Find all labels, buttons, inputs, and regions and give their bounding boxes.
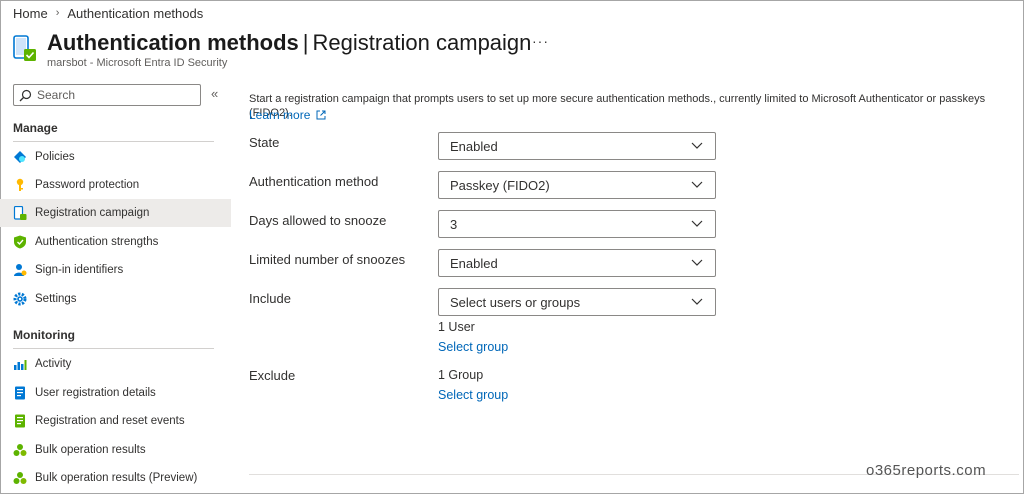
include-select-group-link[interactable]: Select group: [438, 340, 508, 354]
sidebar-item-label: Sign-in identifiers: [35, 264, 124, 276]
sidebar-item-bulk-operation-results-preview[interactable]: Bulk operation results (Preview): [0, 464, 231, 492]
state-label: State: [249, 135, 280, 150]
chevron-down-icon: [691, 220, 703, 227]
page-subtitle: marsbot - Microsoft Entra ID Security: [47, 57, 228, 69]
include-count: 1 User: [438, 320, 475, 334]
section-label-manage: Manage: [13, 121, 58, 135]
title-separator: |: [302, 30, 309, 55]
sidebar-item-label: Policies: [35, 151, 75, 163]
sidebar-item-policies[interactable]: Policies: [0, 143, 231, 171]
sidebar-item-sign-in-identifiers[interactable]: Sign-in identifiers: [0, 256, 231, 284]
sidebar-item-label: Activity: [35, 358, 72, 370]
sidebar-item-password-protection[interactable]: Password protection: [0, 171, 231, 199]
sidebar-item-label: Bulk operation results: [35, 444, 146, 456]
auth-method-value: Passkey (FIDO2): [450, 177, 550, 193]
exclude-select-group-link[interactable]: Select group: [438, 388, 508, 402]
chevron-down-icon: [691, 142, 703, 149]
exclude-count: 1 Group: [438, 368, 484, 382]
section-divider: [13, 141, 214, 142]
shield-icon: [13, 235, 27, 249]
watermark: o365reports.com: [866, 462, 987, 479]
sidebar-item-label: User registration details: [35, 387, 156, 399]
limited-snoozes-dropdown[interactable]: Enabled: [438, 249, 716, 277]
include-dropdown[interactable]: Select users or groups: [438, 288, 716, 316]
sidebar-item-registration-campaign[interactable]: Registration campaign: [0, 199, 231, 227]
exclude-label: Exclude: [249, 368, 296, 383]
group-icon: [13, 443, 27, 457]
sidebar-item-label: Authentication strengths: [35, 236, 159, 248]
external-link-icon: [316, 110, 326, 120]
breadcrumb: Home › Authentication methods: [13, 5, 203, 21]
snooze-days-value: 3: [450, 216, 458, 232]
search-placeholder: Search: [37, 88, 76, 102]
gear-icon: [13, 292, 27, 306]
page-title: Authentication methods | Registration camp…: [47, 30, 531, 56]
log-icon: [13, 414, 27, 428]
sidebar-item-label: Bulk operation results (Preview): [35, 472, 198, 484]
collapse-sidebar-button[interactable]: «: [211, 86, 218, 101]
sidebar-item-label: Settings: [35, 293, 77, 305]
sidebar-search-input[interactable]: Search: [13, 84, 201, 106]
limited-snoozes-value: Enabled: [450, 255, 498, 271]
key-icon: [13, 178, 27, 192]
title-sub: Registration campaign: [312, 30, 532, 55]
sidebar-item-label: Registration campaign: [35, 207, 150, 219]
limited-snoozes-label: Limited number of snoozes: [249, 252, 406, 267]
sidebar-item-bulk-operation-results[interactable]: Bulk operation results: [0, 436, 231, 464]
section-label-monitoring: Monitoring: [13, 328, 75, 342]
state-dropdown[interactable]: Enabled: [438, 132, 716, 160]
learn-more-link[interactable]: Learn more: [249, 108, 326, 122]
breadcrumb-separator: ›: [55, 7, 60, 19]
sidebar-item-authentication-strengths[interactable]: Authentication strengths: [0, 228, 231, 256]
state-value: Enabled: [450, 138, 498, 154]
snooze-days-label: Days allowed to snooze: [249, 213, 387, 228]
auth-method-dropdown[interactable]: Passkey (FIDO2): [438, 171, 716, 199]
sidebar-item-settings[interactable]: Settings: [0, 285, 231, 313]
include-value: Select users or groups: [450, 294, 581, 310]
user-icon: [13, 263, 27, 277]
snooze-days-dropdown[interactable]: 3: [438, 210, 716, 238]
campaign-description: Start a registration campaign that promp…: [249, 93, 986, 119]
chevron-down-icon: [691, 259, 703, 266]
device-icon: [13, 206, 27, 220]
title-main: Authentication methods: [47, 30, 299, 55]
breadcrumb-current[interactable]: Authentication methods: [67, 6, 203, 21]
more-options-button[interactable]: ···: [532, 33, 549, 49]
device-check-icon: [13, 35, 37, 63]
sidebar-item-label: Registration and reset events: [35, 415, 185, 427]
include-label: Include: [249, 291, 291, 306]
document-icon: [13, 386, 27, 400]
section-divider: [13, 348, 214, 349]
sidebar-item-label: Password protection: [35, 179, 140, 191]
search-icon: [19, 89, 32, 101]
chevron-down-icon: [691, 181, 703, 188]
sidebar-item-activity[interactable]: Activity: [0, 350, 231, 378]
chevron-down-icon: [691, 298, 703, 305]
learn-more-label: Learn more: [249, 108, 311, 122]
policies-icon: [13, 150, 27, 164]
chart-icon: [13, 357, 27, 371]
sidebar-item-registration-reset-events[interactable]: Registration and reset events: [0, 407, 231, 435]
group-icon: [13, 471, 27, 485]
auth-method-label: Authentication method: [249, 174, 379, 189]
breadcrumb-home[interactable]: Home: [13, 6, 48, 21]
sidebar-item-user-registration-details[interactable]: User registration details: [0, 379, 231, 407]
